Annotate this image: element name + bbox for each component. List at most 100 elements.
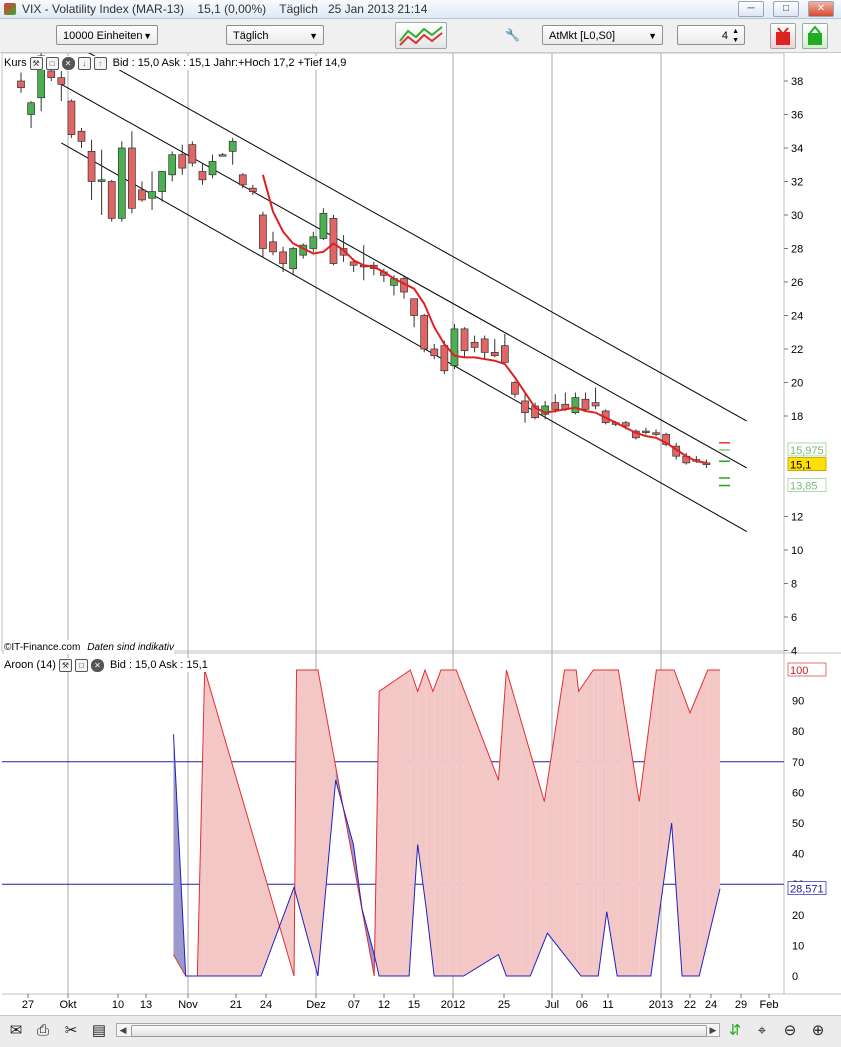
window-icon[interactable]: □ [45,56,59,70]
y-tick-label: 34 [791,143,803,155]
mail-icon[interactable]: ✉ [6,1021,26,1041]
candlestick-chart-icon [399,26,443,46]
aroon-fill [617,670,619,976]
y-tick-label: 12 [791,512,803,524]
aroon-y-tick-label: 60 [792,787,804,799]
price-panel-label: Kurs [4,57,27,69]
candle [117,141,126,222]
candle [319,208,328,241]
minimize-button[interactable]: ─ [738,1,764,17]
chevron-down-icon: ▼ [309,31,318,41]
candle [359,245,368,281]
x-tick-label: 13 [140,999,152,1011]
aroon-plot [172,668,721,977]
candle [279,246,287,272]
printer-icon[interactable]: ⎙ [33,1021,53,1041]
close-icon[interactable]: ✕ [61,56,75,70]
market-dropdown[interactable]: AtMkt [L0,S0] ▼ [542,25,663,45]
maximize-button[interactable]: □ [773,1,799,17]
window-icon[interactable]: □ [74,658,88,672]
aroon-down-tag: 28,571 [787,881,827,896]
units-dropdown[interactable]: 10000 Einheiten ▼ [56,25,158,45]
candle [87,139,96,200]
aroon-fill [544,781,548,941]
chart-canvas[interactable]: 3836343230282624222018121086410090807060… [0,37,841,1015]
aroon-y-tick-label: 50 [792,818,804,830]
candle [490,338,499,358]
aroon-fill [618,670,640,976]
scroll-left-icon[interactable]: ◀ [117,1024,129,1036]
candle [450,323,459,370]
price-tag-top: 15,975 [787,442,827,457]
x-tick-label: Nov [178,999,198,1011]
sell-icon [776,27,790,45]
wrench-icon[interactable]: 🔧 [505,25,520,45]
svg-text:15,975: 15,975 [790,445,824,457]
y-tick-label: 24 [791,311,803,323]
y-tick-label: 22 [791,344,803,356]
aroon-fill [521,720,531,976]
buy-icon [808,25,822,45]
y-tick-label: 4 [791,646,797,658]
chart-type-button[interactable] [395,22,447,49]
aroon-fill [639,787,642,976]
candle [521,394,529,423]
aroon-fill [518,710,522,976]
quote-datetime: 25 Jan 2013 21:14 [327,2,428,16]
svg-text:100: 100 [790,665,808,677]
arrow-up-icon[interactable]: ↑ [93,56,107,70]
aroon-fill [576,670,579,973]
x-tick-label: 29 [735,999,747,1011]
y-tick-label: 30 [791,210,803,222]
candle [259,211,267,257]
zoom-fit-icon[interactable]: ⌖ [752,1021,772,1041]
chart-area[interactable]: 3836343230282624222018121086410090807060… [0,37,841,1015]
wrench-icon[interactable]: ⚒ [29,56,43,70]
aroon-fill [581,681,586,976]
x-tick-label: 25 [498,999,510,1011]
buy-button[interactable] [802,23,828,49]
candle [128,131,136,214]
aroon-fill [410,670,418,958]
wrench-icon[interactable]: ⚒ [58,658,72,672]
auto-scale-icon[interactable]: ⇵ [725,1021,745,1041]
horizontal-scrollbar[interactable]: ◀ ▶ [116,1023,720,1037]
trend-polyline [261,174,707,464]
close-icon[interactable]: ✕ [90,658,104,672]
interval-dropdown[interactable]: Täglich ▼ [226,25,324,45]
app-icon [4,3,16,15]
units-value: 10000 Einheiten [63,30,143,42]
aroon-fill [417,670,426,900]
zoom-out-icon[interactable]: ⊖ [780,1021,800,1041]
notes-icon[interactable]: ▤ [89,1021,109,1041]
aroon-fill [425,670,427,909]
candle [107,179,116,222]
candle [430,343,439,360]
stepper-arrows-icon[interactable]: ▲ ▼ [732,27,739,45]
y-tick-label: 20 [791,378,803,390]
scroll-thumb[interactable] [131,1025,707,1037]
close-button[interactable]: ✕ [808,1,834,17]
scroll-right-icon[interactable]: ▶ [707,1024,719,1036]
candle [652,429,660,437]
channel-line [61,37,748,422]
y-tick-label: 38 [791,76,803,88]
quantity-stepper[interactable]: 4 ▲ ▼ [677,25,745,45]
title-bar: VIX - Volatility Index (MAR-13) 15,1 (0,… [0,0,841,19]
candle [178,144,187,175]
aroon-panel-info: Bid : 15,0 Ask : 15,1 [109,659,208,671]
arrow-down-icon[interactable]: ↓ [77,56,91,70]
aroon-fill [707,670,720,941]
aroon-fill [699,670,708,976]
aroon-fill [606,670,618,976]
scissors-icon[interactable]: ✂ [61,1021,81,1041]
zoom-in-icon[interactable]: ⊕ [808,1021,828,1041]
price-panel-header: Kurs ⚒ □ ✕ ↓ ↑ Bid : 15,0 Ask : 15,1 Jah… [4,56,347,70]
aroon-panel-header: Aroon (14) ⚒ □ ✕ Bid : 15,0 Ask : 15,1 [4,658,208,672]
instrument-quote: 15,1 (0,00%) [197,2,267,16]
aroon-fill [379,670,410,976]
sell-button[interactable] [770,23,796,49]
y-tick-label: 36 [791,110,803,122]
aroon-fill [448,670,457,976]
x-tick-label: 2013 [649,999,673,1011]
